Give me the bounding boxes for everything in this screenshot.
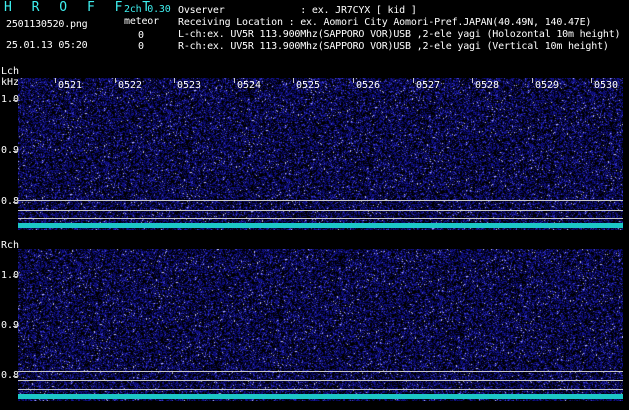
time-label-0522: 0522 [118,80,143,91]
meteor-label: meteor [124,16,159,27]
lch-noise-canvas [18,78,623,230]
lch-ytick-mark [13,100,18,101]
observer-line: Ovserver : ex. JR7CYX [ kid ] [178,5,417,16]
rch-guide-line [18,371,623,372]
time-label-0526: 0526 [356,80,381,91]
datetime: 25.01.13 05:20 [6,40,88,51]
lch-ytick-mark [13,202,18,203]
rch-label: Rch [1,240,20,251]
time-label-0530: 0530 [594,80,619,91]
meteor-count-r: 0 [138,41,144,52]
time-tick [532,78,533,83]
lch-unit: kHz [1,77,20,88]
location-line: Receiving Location : ex. Aomori City Aom… [178,17,592,28]
time-tick [55,78,56,83]
rch-info-line: R-ch:ex. UV5R 113.900Mhz(SAPPORO VOR)USB… [178,41,609,52]
filename: 2501130520.png [6,19,88,30]
time-tick [353,78,354,83]
time-label-0525: 0525 [296,80,321,91]
time-label-0524: 0524 [237,80,262,91]
lch-guide-line [18,200,623,201]
time-label-0523: 0523 [177,80,202,91]
rch-guide-line [18,380,623,381]
rch-guide-line [18,389,623,390]
rch-ytick-mark [13,376,18,377]
time-tick [293,78,294,83]
time-tick [234,78,235,83]
rch-ytick-mark [13,276,18,277]
rch-baseline-signal [18,394,623,399]
time-tick [115,78,116,83]
lch-info-line: L-ch:ex. UV5R 113.900Mhz(SAPPORO VOR)USB… [178,29,621,40]
rch-spectrogram [18,249,623,401]
lch-label: Lch [1,66,20,77]
time-label-0521: 0521 [58,80,83,91]
time-label-0528: 0528 [475,80,500,91]
time-label-0527: 0527 [416,80,441,91]
time-tick [174,78,175,83]
time-tick [591,78,592,83]
rch-noise-canvas [18,249,623,401]
lch-baseline-signal [18,223,623,228]
rch-ytick-mark [13,326,18,327]
time-tick [413,78,414,83]
lch-guide-line [18,218,623,219]
lch-guide-line [18,210,623,211]
lch-spectrogram [18,78,623,230]
mode-label: 2ch 0.30 [124,4,171,15]
time-label-0529: 0529 [535,80,560,91]
time-tick [472,78,473,83]
lch-ytick-mark [13,151,18,152]
